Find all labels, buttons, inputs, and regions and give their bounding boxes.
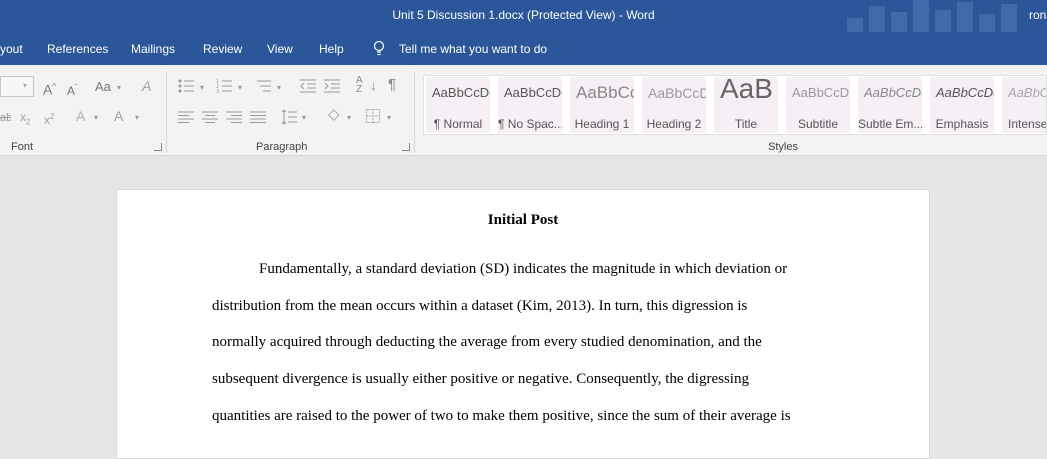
chevron-down-icon[interactable]: ▾	[347, 113, 351, 122]
chevron-down-icon[interactable]: ▾	[302, 113, 306, 122]
shrink-font-icon[interactable]: Aˇ	[67, 81, 78, 98]
document-page[interactable]: Initial Post Fundamentally, a standard d…	[116, 189, 930, 459]
ribbon-tabs: yout References Mailings Review View Hel…	[0, 32, 1047, 65]
style-sample: AaBbCcDc	[864, 85, 922, 100]
style-sample: AaBbCc	[576, 83, 634, 102]
style-sample: AaBbCcDc	[1008, 85, 1046, 100]
svg-text:3: 3	[216, 89, 219, 93]
bullets-icon[interactable]	[178, 79, 194, 93]
style-sample: AaBbCcD	[792, 85, 850, 100]
borders-icon[interactable]	[366, 109, 380, 123]
font-color-icon[interactable]: A	[114, 109, 123, 123]
paragraph-line: quantities are raised to the power of tw…	[212, 408, 791, 424]
style-sample: AaBbCcDc	[936, 85, 994, 100]
align-right-icon[interactable]	[226, 111, 242, 123]
font-group-label: Font	[11, 141, 34, 153]
style-label: Emphasis	[935, 117, 989, 131]
group-divider	[414, 71, 415, 153]
numbering-icon[interactable]: 123	[216, 79, 232, 93]
style-label: ¶ Normal	[433, 117, 483, 131]
ribbon: ▾ A^ Aˇ Aa ▾ A abc x2 x2 A ▾ A ▾ Font ▾ …	[0, 65, 1047, 156]
style-label: ¶ No Spac...	[498, 117, 562, 131]
superscript-icon[interactable]: x2	[44, 110, 54, 127]
show-formatting-marks-icon[interactable]: ¶	[388, 77, 396, 92]
tab-layout[interactable]: yout	[0, 42, 23, 56]
style-sample: AaB	[720, 77, 773, 104]
align-left-icon[interactable]	[178, 111, 194, 123]
chevron-down-icon[interactable]: ▾	[200, 83, 204, 92]
style-intense-emphasis[interactable]: AaBbCcDc Intense	[1002, 77, 1046, 133]
grow-font-icon[interactable]: A^	[43, 80, 56, 97]
style-label: Subtitle	[797, 117, 839, 131]
chevron-down-icon[interactable]: ▾	[117, 83, 121, 92]
change-case-icon[interactable]: Aa	[95, 80, 111, 94]
shading-icon[interactable]: ◇	[328, 107, 340, 122]
style-heading-2[interactable]: AaBbCcD Heading 2	[642, 77, 706, 133]
justify-icon[interactable]	[250, 111, 266, 123]
style-emphasis[interactable]: AaBbCcDc Emphasis	[930, 77, 994, 133]
decrease-indent-icon[interactable]	[300, 79, 316, 93]
style-subtle-emphasis[interactable]: AaBbCcDc Subtle Em...	[858, 77, 922, 133]
style-subtitle[interactable]: AaBbCcD Subtitle	[786, 77, 850, 133]
account-name[interactable]: ron	[1029, 8, 1047, 22]
style-sample: AaBbCcDc	[432, 85, 490, 100]
tab-help[interactable]: Help	[319, 42, 344, 56]
style-label: Intense	[1008, 117, 1046, 131]
group-divider	[166, 71, 167, 153]
sort-arrow-icon[interactable]: ↓	[370, 79, 377, 93]
style-label: Subtle Em...	[858, 117, 922, 131]
style-heading-1[interactable]: AaBbCc Heading 1	[570, 77, 634, 133]
font-dialog-launcher-icon[interactable]	[154, 143, 162, 151]
font-size-box[interactable]: ▾	[0, 76, 34, 97]
chevron-down-icon[interactable]: ▾	[94, 113, 98, 122]
style-sample: AaBbCcD	[648, 85, 706, 101]
document-heading: Initial Post	[487, 212, 559, 228]
sort-icon[interactable]: AZ	[356, 76, 363, 95]
tab-mailings[interactable]: Mailings	[131, 42, 175, 56]
chevron-down-icon[interactable]: ▾	[277, 83, 281, 92]
styles-gallery: AaBbCcDc ¶ Normal AaBbCcDc ¶ No Spac... …	[423, 75, 1047, 135]
style-sample: AaBbCcDc	[504, 85, 562, 100]
style-no-spacing[interactable]: AaBbCcDc ¶ No Spac...	[498, 77, 562, 133]
style-label: Heading 1	[574, 117, 630, 131]
paragraph-line: normally acquired through deducting the …	[212, 334, 762, 350]
paragraph-group-label: Paragraph	[256, 141, 308, 153]
window-title: Unit 5 Discussion 1.docx (Protected View…	[392, 8, 655, 22]
paragraph-line: subsequent divergence is usually either …	[212, 371, 749, 387]
styles-group-label: Styles	[768, 141, 798, 153]
tab-review[interactable]: Review	[203, 42, 242, 56]
increase-indent-icon[interactable]	[324, 79, 340, 93]
tab-references[interactable]: References	[47, 42, 108, 56]
tab-view[interactable]: View	[267, 42, 293, 56]
text-effects-icon[interactable]: A	[76, 109, 85, 123]
paragraph-line: distribution from the mean occurs within…	[212, 298, 748, 314]
chevron-down-icon[interactable]: ▾	[387, 113, 391, 122]
multilevel-list-icon[interactable]	[255, 79, 271, 93]
style-title[interactable]: AaB Title	[714, 77, 778, 133]
lightbulb-icon	[373, 40, 385, 56]
tell-me-search[interactable]: Tell me what you want to do	[399, 42, 547, 56]
style-normal[interactable]: AaBbCcDc ¶ Normal	[426, 77, 490, 133]
style-label: Title	[734, 117, 758, 131]
chevron-down-icon[interactable]: ▾	[238, 83, 242, 92]
strikethrough-icon[interactable]: abc	[0, 111, 11, 125]
clear-formatting-icon[interactable]: A	[142, 79, 151, 93]
paragraph-dialog-launcher-icon[interactable]	[402, 143, 410, 151]
style-label: Heading 2	[646, 117, 702, 131]
title-bar: Unit 5 Discussion 1.docx (Protected View…	[0, 0, 1047, 40]
align-center-icon[interactable]	[202, 111, 218, 123]
paragraph-line: Fundamentally, a standard deviation (SD)…	[259, 261, 788, 277]
line-spacing-icon[interactable]	[281, 109, 297, 125]
subscript-icon[interactable]: x2	[20, 110, 30, 129]
chevron-down-icon[interactable]: ▾	[135, 113, 139, 122]
